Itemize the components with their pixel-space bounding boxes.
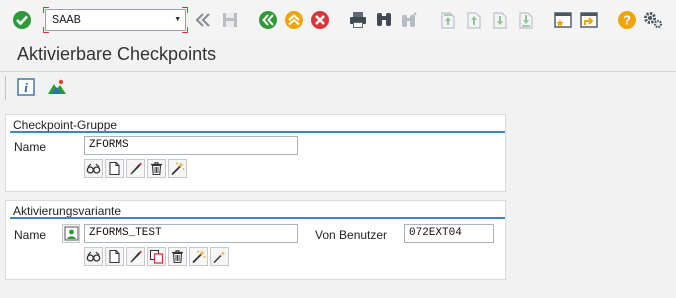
landscape-icon[interactable]	[46, 76, 68, 98]
svg-text:i: i	[24, 80, 28, 95]
checkpoint-group-title: Checkpoint-Gruppe	[13, 118, 118, 132]
change-button[interactable]	[126, 159, 145, 178]
activation-variant-name-value: ZFORMS_TEST	[89, 227, 162, 239]
checkpoint-group-name-field[interactable]: ZFORMS	[84, 136, 298, 155]
back-icon[interactable]	[257, 9, 279, 31]
change-icon	[130, 162, 142, 175]
title-separator	[0, 71, 676, 72]
checkpoint-group-frame: Checkpoint-Gruppe Name ZFORMS	[5, 114, 506, 192]
wizard-icon	[192, 250, 206, 264]
user-field[interactable]: 072EXT04	[404, 224, 494, 243]
change-button[interactable]	[126, 247, 145, 266]
create-button[interactable]	[105, 159, 124, 178]
activation-variant-name-field[interactable]: ZFORMS_TEST	[84, 224, 298, 243]
checkpoint-group-name-value: ZFORMS	[89, 139, 129, 151]
activation-variant-frame: Aktivierungsvariante Name ZFORMS_TEST Vo…	[5, 200, 506, 280]
page-title: Aktivierbare Checkpoints	[17, 44, 217, 64]
next-page-icon[interactable]	[489, 9, 511, 31]
find-next-icon[interactable]	[399, 9, 421, 31]
create-icon	[109, 161, 120, 176]
user-value: 072EXT04	[409, 227, 462, 239]
delete-icon	[151, 162, 162, 176]
print-icon[interactable]	[347, 9, 369, 31]
back-history-icon[interactable]	[192, 9, 214, 31]
shortcut-icon[interactable]	[578, 9, 600, 31]
command-field-value: SAAB	[52, 13, 81, 27]
create-button[interactable]	[105, 247, 124, 266]
exit-icon[interactable]	[283, 9, 305, 31]
checkpoint-group-underline	[10, 131, 505, 133]
delete-button[interactable]	[147, 159, 166, 178]
change-icon	[130, 250, 142, 263]
wizard-small-icon	[213, 251, 226, 264]
display-button[interactable]	[84, 247, 103, 266]
display-button[interactable]	[84, 159, 103, 178]
enter-icon[interactable]	[11, 9, 33, 31]
delete-icon	[172, 250, 183, 264]
display-icon	[86, 251, 101, 262]
wizard-small-button[interactable]	[210, 247, 229, 266]
svg-text:?: ?	[623, 13, 631, 28]
first-page-icon[interactable]	[437, 9, 459, 31]
user-icon	[64, 226, 78, 241]
last-page-icon[interactable]	[515, 9, 537, 31]
chevron-down-icon[interactable]: ▾	[174, 10, 181, 30]
user-variant-button[interactable]	[62, 224, 80, 243]
activation-variant-underline	[10, 217, 505, 219]
delete-button[interactable]	[168, 247, 187, 266]
create-session-icon[interactable]	[552, 9, 574, 31]
toolbar-divider	[5, 76, 6, 100]
command-field[interactable]: SAAB ▾	[43, 7, 188, 33]
wizard-button[interactable]	[168, 159, 187, 178]
user-label: Von Benutzer	[315, 228, 388, 242]
wizard-icon	[171, 162, 185, 176]
display-icon	[86, 163, 101, 174]
help-icon[interactable]: ?	[616, 9, 638, 31]
find-icon[interactable]	[373, 9, 395, 31]
create-icon	[109, 249, 120, 264]
copy-button[interactable]	[147, 247, 166, 266]
previous-page-icon[interactable]	[463, 9, 485, 31]
copy-icon	[149, 249, 164, 264]
wizard-button[interactable]	[189, 247, 208, 266]
cancel-icon[interactable]	[309, 9, 331, 31]
activation-variant-name-label: Name	[14, 228, 47, 242]
save-icon[interactable]	[219, 9, 241, 31]
activation-variant-title: Aktivierungsvariante	[13, 204, 122, 218]
settings-icon[interactable]	[642, 9, 664, 31]
system-toolbar: SAAB ▾ ?	[0, 0, 676, 40]
info-icon[interactable]: i	[15, 76, 37, 98]
checkpoint-group-name-label: Name	[14, 140, 47, 154]
